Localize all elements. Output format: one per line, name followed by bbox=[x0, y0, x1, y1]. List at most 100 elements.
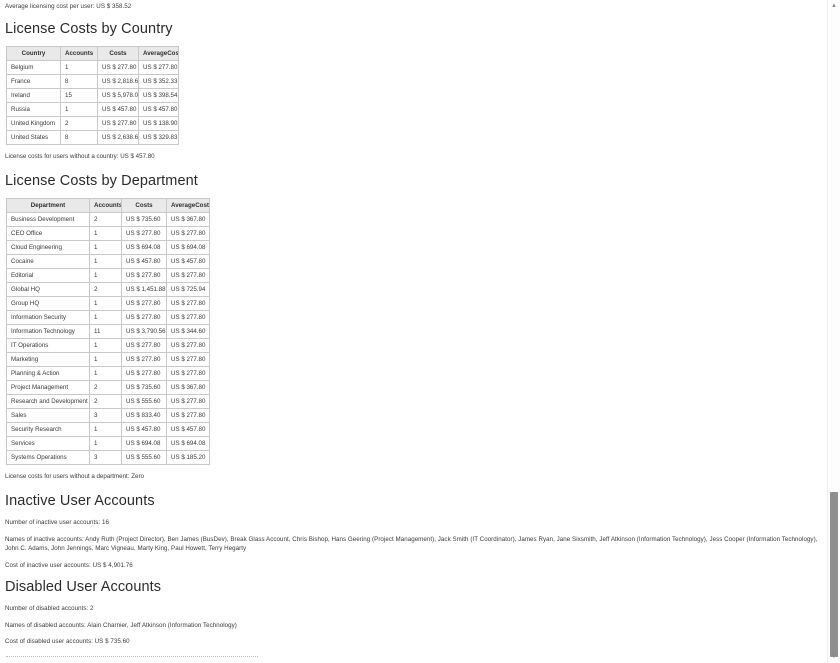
cell-average: US $ 277.80 bbox=[166, 408, 210, 423]
column-header-costs: Costs bbox=[97, 46, 139, 61]
cell-department: IT Operations bbox=[6, 338, 90, 353]
table-row: Cloud Engineering 1 US $ 694.08 US $ 694… bbox=[6, 240, 210, 255]
cell-accounts: 2 bbox=[89, 282, 122, 297]
table-row: Cocaine 1 US $ 457.80 US $ 457.80 bbox=[6, 254, 210, 269]
cell-accounts: 1 bbox=[60, 102, 98, 117]
cell-department: Business Development bbox=[6, 212, 90, 227]
cell-department: CEO Office bbox=[6, 226, 90, 241]
disabled-names-line: Names of disabled accounts: Alain Charni… bbox=[5, 621, 237, 629]
cell-department: Sales bbox=[6, 408, 90, 423]
cell-costs: US $ 457.80 bbox=[97, 102, 139, 117]
cell-country: France bbox=[6, 74, 61, 89]
cell-average: US $ 277.80 bbox=[166, 366, 210, 381]
cell-accounts: 1 bbox=[89, 240, 122, 255]
cell-average: US $ 457.80 bbox=[138, 102, 179, 117]
cell-costs: US $ 2,638.68 bbox=[97, 130, 139, 145]
cell-costs: US $ 277.80 bbox=[121, 366, 167, 381]
country-section-title: License Costs by Country bbox=[5, 21, 173, 37]
column-header-accounts: Accounts bbox=[89, 198, 122, 213]
table-row: Sales 3 US $ 833.40 US $ 277.80 bbox=[6, 408, 210, 423]
cell-costs: US $ 457.80 bbox=[121, 422, 167, 437]
cell-accounts: 2 bbox=[89, 212, 122, 227]
cell-accounts: 1 bbox=[89, 338, 122, 353]
table-row: Information Security 1 US $ 277.80 US $ … bbox=[6, 310, 210, 325]
cell-average: US $ 277.80 bbox=[166, 394, 210, 409]
cell-costs: US $ 735.60 bbox=[121, 380, 167, 395]
disabled-cost-line: Cost of disabled user accounts: US $ 735… bbox=[5, 638, 130, 645]
table-row: Information Technology 11 US $ 3,790.56 … bbox=[6, 324, 210, 339]
cell-average: US $ 277.80 bbox=[166, 226, 210, 241]
cell-accounts: 2 bbox=[60, 116, 98, 131]
cell-accounts: 1 bbox=[89, 296, 122, 311]
cell-costs: US $ 1,451.88 bbox=[121, 282, 167, 297]
table-row: Russia 1 US $ 457.80 US $ 457.80 bbox=[6, 102, 179, 117]
cell-costs: US $ 694.08 bbox=[121, 240, 167, 255]
cell-average: US $ 329.83 bbox=[138, 130, 179, 145]
cell-average: US $ 277.80 bbox=[166, 268, 210, 283]
country-note: License costs for users without a countr… bbox=[5, 153, 155, 160]
cell-average: US $ 277.80 bbox=[166, 310, 210, 325]
scroll-track[interactable] bbox=[828, 12, 840, 657]
table-header-row: Country Accounts Costs AverageCost bbox=[6, 46, 179, 61]
table-row: Planning & Action 1 US $ 277.80 US $ 277… bbox=[6, 366, 210, 381]
cell-accounts: 1 bbox=[89, 436, 122, 451]
cell-accounts: 1 bbox=[89, 268, 122, 283]
cell-costs: US $ 833.40 bbox=[121, 408, 167, 423]
scroll-down-arrow-icon[interactable]: ▼ bbox=[828, 651, 840, 663]
table-row: IT Operations 1 US $ 277.80 US $ 277.80 bbox=[6, 338, 210, 353]
cell-average: US $ 352.33 bbox=[138, 74, 179, 89]
disabled-section-title: Disabled User Accounts bbox=[5, 579, 162, 595]
table-row: Global HQ 2 US $ 1,451.88 US $ 725.94 bbox=[6, 282, 210, 297]
table-row: Ireland 15 US $ 5,978.04 US $ 398.54 bbox=[6, 88, 179, 103]
vertical-scrollbar[interactable]: ▲ ▼ bbox=[827, 0, 840, 663]
cell-costs: US $ 555.60 bbox=[121, 450, 167, 465]
cell-accounts: 2 bbox=[89, 394, 122, 409]
section-divider-top bbox=[6, 655, 258, 657]
inactive-names-line: Names of inactive accounts: Andy Ruth (P… bbox=[5, 535, 818, 553]
cell-department: Cloud Engineering bbox=[6, 240, 90, 255]
cell-department: Marketing bbox=[6, 352, 90, 367]
department-note: License costs for users without a depart… bbox=[5, 473, 144, 480]
cell-average: US $ 457.80 bbox=[166, 254, 210, 269]
table-row: Security Research 1 US $ 457.80 US $ 457… bbox=[6, 422, 210, 437]
cell-accounts: 1 bbox=[60, 60, 98, 75]
cell-costs: US $ 277.80 bbox=[121, 352, 167, 367]
table-row: Business Development 2 US $ 735.60 US $ … bbox=[6, 212, 210, 227]
cell-costs: US $ 3,790.56 bbox=[121, 324, 167, 339]
cell-accounts: 1 bbox=[89, 422, 122, 437]
table-row: CEO Office 1 US $ 277.80 US $ 277.80 bbox=[6, 226, 210, 241]
column-header-accounts: Accounts bbox=[60, 46, 98, 61]
cell-accounts: 3 bbox=[89, 450, 122, 465]
cell-average: US $ 344.60 bbox=[166, 324, 210, 339]
table-row: Research and Development 2 US $ 555.60 U… bbox=[6, 394, 210, 409]
cell-average: US $ 457.80 bbox=[166, 422, 210, 437]
cell-costs: US $ 277.80 bbox=[121, 310, 167, 325]
cell-costs: US $ 457.80 bbox=[121, 254, 167, 269]
cell-accounts: 1 bbox=[89, 352, 122, 367]
disabled-count-line: Number of disabled accounts: 2 bbox=[5, 605, 94, 612]
scroll-up-arrow-icon[interactable]: ▲ bbox=[828, 0, 840, 12]
scroll-thumb[interactable] bbox=[830, 492, 838, 657]
cell-average: US $ 277.80 bbox=[166, 296, 210, 311]
cell-country: Russia bbox=[6, 102, 61, 117]
cell-accounts: 15 bbox=[60, 88, 98, 103]
cell-average: US $ 398.54 bbox=[138, 88, 179, 103]
cell-average: US $ 694.08 bbox=[166, 240, 210, 255]
cell-accounts: 8 bbox=[60, 74, 98, 89]
license-costs-by-department-table: Department Accounts Costs AverageCost Bu… bbox=[6, 198, 210, 465]
cell-department: Cocaine bbox=[6, 254, 90, 269]
table-row: Belgium 1 US $ 277.80 US $ 277.80 bbox=[6, 60, 179, 75]
report-content: Average licensing cost per user: US $ 35… bbox=[0, 0, 828, 663]
inactive-cost-line: Cost of inactive user accounts: US $ 4,9… bbox=[5, 561, 133, 569]
cell-costs: US $ 277.80 bbox=[121, 338, 167, 353]
cell-average: US $ 277.80 bbox=[166, 338, 210, 353]
cell-costs: US $ 277.80 bbox=[121, 268, 167, 283]
cell-department: Information Technology bbox=[6, 324, 90, 339]
table-row: Services 1 US $ 694.08 US $ 694.08 bbox=[6, 436, 210, 451]
license-costs-by-country-table: Country Accounts Costs AverageCost Belgi… bbox=[6, 46, 179, 145]
cell-department: Information Security bbox=[6, 310, 90, 325]
average-cost-line: Average licensing cost per user: US $ 35… bbox=[5, 3, 132, 10]
table-row: Project Management 2 US $ 735.60 US $ 36… bbox=[6, 380, 210, 395]
cell-average: US $ 138.90 bbox=[138, 116, 179, 131]
cell-costs: US $ 735.60 bbox=[121, 212, 167, 227]
